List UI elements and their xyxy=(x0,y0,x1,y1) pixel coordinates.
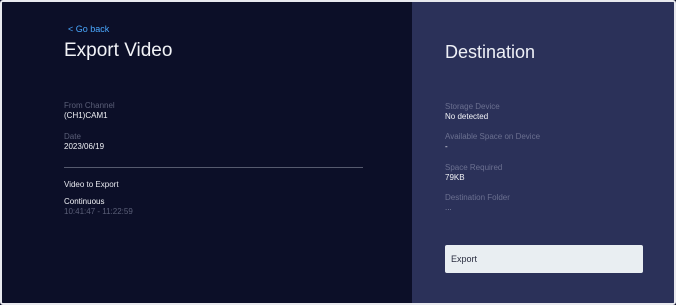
destination-title: Destination xyxy=(445,42,536,62)
export-button[interactable]: Export xyxy=(445,245,643,273)
available-space-label: Available Space on Device xyxy=(445,132,541,141)
export-video-window: < Go back Export Video From Channel (CH1… xyxy=(0,0,676,305)
available-space-value: - xyxy=(445,142,448,151)
section-divider xyxy=(64,167,363,168)
destination-folder-value[interactable]: ... xyxy=(445,203,452,212)
destination-folder-label: Destination Folder xyxy=(445,193,510,202)
space-required-label: Space Required xyxy=(445,163,503,172)
export-info-panel: < Go back Export Video From Channel (CH1… xyxy=(2,2,412,303)
from-channel-value: (CH1)CAM1 xyxy=(64,111,108,120)
time-range-value: 10:41:47 - 11:22:59 xyxy=(64,207,133,216)
space-required-value: 79KB xyxy=(445,173,465,182)
date-label: Date xyxy=(64,132,81,141)
storage-device-value: No detected xyxy=(445,112,489,121)
date-value: 2023/06/19 xyxy=(64,142,105,151)
video-to-export-heading: Video to Export xyxy=(64,180,119,189)
export-mode-value: Continuous xyxy=(64,197,105,206)
page-title: Export Video xyxy=(64,40,173,61)
storage-device-label: Storage Device xyxy=(445,102,500,111)
from-channel-label: From Channel xyxy=(64,101,115,110)
go-back-link[interactable]: < Go back xyxy=(68,24,109,34)
